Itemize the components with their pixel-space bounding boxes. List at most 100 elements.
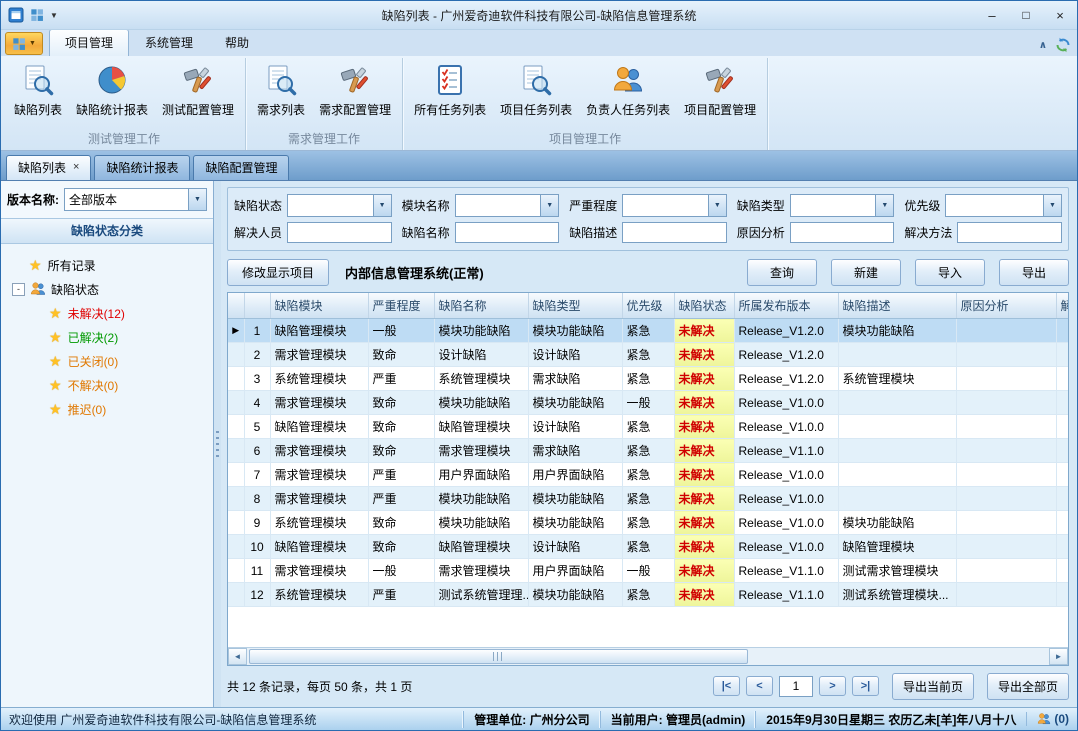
tab-system-management[interactable]: 系统管理 xyxy=(129,29,209,56)
table-row[interactable]: 4需求管理模块致命模块功能缺陷模块功能缺陷一般未解决Release_V1.0.0 xyxy=(228,391,1068,415)
collapse-node-icon[interactable]: - xyxy=(12,283,25,296)
table-row[interactable]: 5缺陷管理模块致命缺陷管理模块设计缺陷紧急未解决Release_V1.0.0 xyxy=(228,415,1068,439)
defect-table-body: ▶1缺陷管理模块一般模块功能缺陷模块功能缺陷紧急未解决Release_V1.2.… xyxy=(228,319,1068,607)
priority-select[interactable]: ▼ xyxy=(945,194,1062,217)
defect-name-input[interactable] xyxy=(455,222,560,243)
scrollbar-thumb[interactable] xyxy=(249,649,748,664)
chevron-down-icon[interactable]: ▼ xyxy=(875,195,893,216)
tree-item-status[interactable]: ★已解决(2) xyxy=(5,325,209,349)
ribbon-button-project-config[interactable]: 项目配置管理 xyxy=(677,60,763,129)
severity-select[interactable]: ▼ xyxy=(622,194,727,217)
horizontal-scrollbar[interactable]: ◄ ► xyxy=(228,647,1068,665)
table-row[interactable]: 11需求管理模块一般需求管理模块用户界面缺陷一般未解决Release_V1.1.… xyxy=(228,559,1068,583)
scroll-right-icon[interactable]: ► xyxy=(1049,648,1068,665)
defect-status-select[interactable]: ▼ xyxy=(287,194,392,217)
tree-item-all-records[interactable]: ★ 所有记录 xyxy=(5,253,209,277)
export-all-pages-button[interactable]: 导出全部页 xyxy=(987,673,1069,700)
export-button[interactable]: 导出 xyxy=(999,259,1069,286)
close-button[interactable]: × xyxy=(1043,1,1077,29)
table-row[interactable]: ▶1缺陷管理模块一般模块功能缺陷模块功能缺陷紧急未解决Release_V1.2.… xyxy=(228,319,1068,343)
close-tab-icon[interactable]: × xyxy=(73,162,79,173)
people-icon xyxy=(612,64,644,96)
solution-input[interactable] xyxy=(957,222,1062,243)
column-header[interactable]: 缺陷状态 xyxy=(674,293,734,319)
ribbon-button-owner-tasks[interactable]: 负责人任务列表 xyxy=(579,60,677,129)
collapse-ribbon-icon[interactable]: ∧ xyxy=(1039,40,1047,51)
table-row[interactable]: 7需求管理模块严重用户界面缺陷用户界面缺陷紧急未解决Release_V1.0.0 xyxy=(228,463,1068,487)
new-button[interactable]: 新建 xyxy=(831,259,901,286)
column-header[interactable]: 缺陷类型 xyxy=(528,293,622,319)
chevron-down-icon[interactable]: ▼ xyxy=(188,189,206,210)
doc-tab-defect-config[interactable]: 缺陷配置管理 xyxy=(193,155,289,180)
doc-tab-defect-report[interactable]: 缺陷统计报表 xyxy=(94,155,190,180)
app-menu-button[interactable]: ▼ xyxy=(5,32,43,55)
page-number-input[interactable] xyxy=(779,676,813,697)
chevron-down-icon[interactable]: ▼ xyxy=(373,195,391,216)
ribbon-group-project-management: 所有任务列表 项目任务列表 负责人任务列表 项目配置管理 项目管理工作 xyxy=(403,58,768,150)
tree-item-status[interactable]: ★已关闭(0) xyxy=(5,349,209,373)
current-user: 当前用户: 管理员(admin) xyxy=(600,711,756,728)
table-row[interactable]: 12系统管理模块严重测试系统管理理...模块功能缺陷紧急未解决Release_V… xyxy=(228,583,1068,607)
ribbon-button-defect-report[interactable]: 缺陷统计报表 xyxy=(69,60,155,129)
defect-desc-input[interactable] xyxy=(622,222,727,243)
tree-item-status[interactable]: ★未解决(12) xyxy=(5,301,209,325)
table-row[interactable]: 3系统管理模块严重系统管理模块需求缺陷紧急未解决Release_V1.2.0系统… xyxy=(228,367,1068,391)
refresh-icon[interactable] xyxy=(1055,37,1071,53)
column-header[interactable]: 解决 xyxy=(1056,293,1068,319)
chevron-down-icon[interactable]: ▼ xyxy=(708,195,726,216)
tree-item-defect-status[interactable]: - 缺陷状态 xyxy=(5,277,209,301)
next-page-button[interactable]: > xyxy=(819,676,846,696)
ribbon-button-project-tasks[interactable]: 项目任务列表 xyxy=(493,60,579,129)
query-button[interactable]: 查询 xyxy=(747,259,817,286)
column-header[interactable]: 缺陷描述 xyxy=(838,293,956,319)
scroll-left-icon[interactable]: ◄ xyxy=(228,648,247,665)
last-page-button[interactable]: >| xyxy=(852,676,879,696)
document-tab-strip: 缺陷列表 × 缺陷统计报表 缺陷配置管理 xyxy=(1,151,1077,181)
export-current-page-button[interactable]: 导出当前页 xyxy=(892,673,974,700)
minimize-button[interactable]: – xyxy=(975,1,1009,29)
column-header[interactable]: 缺陷模块 xyxy=(270,293,368,319)
ribbon-button-requirement-list[interactable]: 需求列表 xyxy=(250,60,312,129)
table-row[interactable]: 10缺陷管理模块致命缺陷管理模块设计缺陷紧急未解决Release_V1.0.0缺… xyxy=(228,535,1068,559)
status-panel-title: 缺陷状态分类 xyxy=(1,218,213,244)
table-row[interactable]: 6需求管理模块致命需求管理模块需求缺陷紧急未解决Release_V1.1.0 xyxy=(228,439,1068,463)
filter-label: 解决人员 xyxy=(234,224,282,241)
table-row[interactable]: 2需求管理模块致命设计缺陷设计缺陷紧急未解决Release_V1.2.0 xyxy=(228,343,1068,367)
column-header[interactable]: 优先级 xyxy=(622,293,674,319)
ribbon-button-test-config[interactable]: 测试配置管理 xyxy=(155,60,241,129)
ribbon-group-test-management: 缺陷列表 缺陷统计报表 测试配置管理 测试管理工作 xyxy=(3,58,246,150)
column-header[interactable]: 原因分析 xyxy=(956,293,1056,319)
online-count: (0) xyxy=(1054,712,1069,726)
tree-item-status[interactable]: ★不解决(0) xyxy=(5,373,209,397)
defect-type-select[interactable]: ▼ xyxy=(790,194,895,217)
search-document-icon xyxy=(520,64,552,96)
tab-project-management[interactable]: 项目管理 xyxy=(49,29,129,56)
modify-display-button[interactable]: 修改显示项目 xyxy=(227,259,329,286)
chevron-down-icon[interactable]: ▼ xyxy=(50,11,58,20)
ribbon-button-defect-list[interactable]: 缺陷列表 xyxy=(7,60,69,129)
import-button[interactable]: 导入 xyxy=(915,259,985,286)
table-row[interactable]: 8需求管理模块严重模块功能缺陷模块功能缺陷紧急未解决Release_V1.0.0 xyxy=(228,487,1068,511)
column-header[interactable]: 所属发布版本 xyxy=(734,293,838,319)
table-row[interactable]: 9系统管理模块致命模块功能缺陷模块功能缺陷紧急未解决Release_V1.0.0… xyxy=(228,511,1068,535)
module-name-select[interactable]: ▼ xyxy=(455,194,560,217)
column-header[interactable]: 缺陷名称 xyxy=(434,293,528,319)
tree-item-status[interactable]: ★推迟(0) xyxy=(5,397,209,421)
doc-tab-defect-list[interactable]: 缺陷列表 × xyxy=(6,155,91,180)
row-indicator-header xyxy=(228,293,244,319)
cause-analysis-input[interactable] xyxy=(790,222,895,243)
version-select[interactable]: 全部版本 ▼ xyxy=(64,188,207,211)
tab-help[interactable]: 帮助 xyxy=(209,29,265,56)
chevron-down-icon[interactable]: ▼ xyxy=(1043,195,1061,216)
sidebar-splitter[interactable] xyxy=(214,181,221,707)
column-header[interactable]: 严重程度 xyxy=(368,293,434,319)
resolver-input[interactable] xyxy=(287,222,392,243)
chevron-down-icon[interactable]: ▼ xyxy=(540,195,558,216)
maximize-button[interactable]: □ xyxy=(1009,1,1043,29)
first-page-button[interactable]: |< xyxy=(713,676,740,696)
ribbon-button-all-tasks[interactable]: 所有任务列表 xyxy=(407,60,493,129)
prev-page-button[interactable]: < xyxy=(746,676,773,696)
grid-icon[interactable] xyxy=(30,8,44,22)
filter-label: 缺陷描述 xyxy=(569,224,617,241)
ribbon-button-requirement-config[interactable]: 需求配置管理 xyxy=(312,60,398,129)
